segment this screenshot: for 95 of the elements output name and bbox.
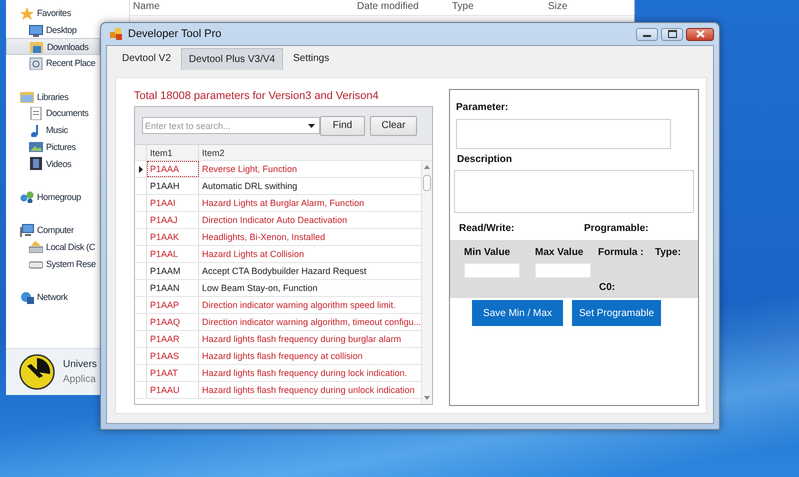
table-cell[interactable]: P1AAQ	[147, 314, 199, 330]
scroll-up-icon	[424, 165, 430, 169]
tab[interactable]: Settings	[286, 48, 336, 70]
column-header[interactable]: Item1	[147, 145, 199, 160]
table-cell[interactable]: Hazard lights flash frequency during lock indication.	[199, 365, 422, 381]
picture-icon	[29, 140, 43, 154]
search-button[interactable]: Clear	[370, 116, 417, 136]
close-icon	[696, 30, 704, 38]
nav-item[interactable]: System Rese	[6, 255, 100, 272]
scrollbar[interactable]	[421, 161, 432, 404]
table-cell[interactable]: P1AAR	[147, 331, 199, 347]
nav-item[interactable]: Music	[6, 122, 100, 138]
column-header[interactable]: Size	[545, 0, 568, 15]
tab[interactable]: Devtool Plus V3/V4	[180, 48, 284, 70]
table-cell[interactable]: Hazard lights flash frequency during burglar alarm	[199, 331, 422, 347]
table-cell[interactable]: P1AAL	[147, 246, 199, 262]
nav-item[interactable]: Local Disk (C	[6, 238, 100, 256]
nav-item[interactable]: Libraries	[6, 88, 100, 106]
film-icon	[29, 157, 43, 170]
window-title: Developer Tool Pro	[128, 28, 222, 40]
search-field[interactable]: Enter text to search...	[142, 117, 320, 134]
table-cell[interactable]: P1AAA	[147, 161, 199, 177]
table-cell[interactable]: P1AAJ	[147, 212, 199, 228]
table-cell[interactable]: P1AAM	[147, 263, 199, 279]
file-name: Univers	[63, 358, 97, 372]
table-cell[interactable]: Accept CTA Bodybuilder Hazard Request	[199, 263, 422, 279]
column-header[interactable]: Type	[449, 0, 474, 15]
star-icon	[20, 6, 34, 20]
column-header[interactable]: Date modified	[354, 0, 419, 15]
action-button[interactable]: Set Programable	[572, 300, 661, 326]
nav-item[interactable]: Pictures	[6, 138, 100, 156]
dropdown-icon	[308, 124, 315, 128]
scroll-thumb[interactable]	[423, 175, 432, 191]
nav-item[interactable]: Videos	[6, 155, 100, 172]
close-button[interactable]	[686, 28, 714, 40]
table-cell[interactable]: Reverse Light, Function	[199, 161, 422, 177]
field-label: Read/Write:	[459, 222, 516, 236]
description-field[interactable]	[454, 170, 694, 213]
search-button[interactable]: Find	[320, 116, 365, 136]
table-cell[interactable]: Low Beam Stay-on, Function	[199, 280, 422, 296]
field-label: Min Value	[464, 247, 512, 260]
table-cell[interactable]: P1AAN	[147, 280, 199, 296]
table-cell[interactable]: Hazard Lights at Burglar Alarm, Function	[199, 195, 422, 211]
table-cell[interactable]: Direction Indicator Auto Deactivation	[199, 212, 422, 228]
table-cell[interactable]: Hazard lights flash frequency during unlock indication	[199, 382, 422, 398]
tab[interactable]: Devtool V2	[115, 48, 178, 70]
table-cell[interactable]: P1AAT	[147, 365, 199, 381]
document-icon	[29, 106, 43, 120]
homegroup-icon	[20, 190, 34, 204]
max-value-field[interactable]	[535, 263, 591, 278]
nav-item[interactable]: Computer	[6, 222, 100, 239]
summary-text: Total 18008 parameters for Version3 and Verison4	[134, 89, 380, 104]
nav-item[interactable]: Favorites	[6, 5, 100, 22]
field-label: Description	[457, 153, 514, 167]
field-label: Formula :	[598, 247, 645, 260]
field-label: Type:	[655, 247, 682, 260]
table-cell[interactable]: P1AAI	[147, 195, 199, 211]
field-label: C0:	[598, 282, 616, 295]
column-header[interactable]: Item2	[199, 145, 420, 160]
network-icon	[20, 290, 34, 304]
min-value-field[interactable]	[464, 263, 520, 278]
computer-icon	[20, 224, 34, 237]
folder-icon	[20, 90, 34, 104]
field-label: Max Value	[535, 247, 584, 260]
folder-icon	[30, 40, 44, 54]
field-label: Parameter:	[456, 101, 510, 115]
nav-item[interactable]: Network	[6, 288, 100, 306]
emblem-icon	[19, 354, 55, 390]
table-cell[interactable]: Automatic DRL swithing	[199, 178, 422, 194]
table-cell[interactable]: Headlights, Bi-Xenon, Installed	[199, 229, 422, 245]
minimize-button[interactable]	[636, 28, 658, 40]
table-cell[interactable]: P1AAS	[147, 348, 199, 364]
column-header[interactable]: Name	[130, 0, 160, 15]
nav-item[interactable]: Recent Place	[6, 55, 100, 72]
table-cell[interactable]: P1AAH	[147, 178, 199, 194]
table-cell[interactable]: Direction indicator warning algorithm, timeout configu...	[199, 314, 422, 330]
table-cell[interactable]: P1AAP	[147, 297, 199, 313]
table-cell[interactable]: P1AAU	[147, 382, 199, 398]
field-label: Programable:	[584, 222, 648, 236]
drive-icon	[29, 240, 43, 254]
app-icon	[110, 28, 123, 40]
monitor-icon	[29, 24, 43, 37]
nav-item[interactable]: Homegroup	[6, 188, 100, 206]
parameter-field[interactable]	[456, 119, 671, 149]
table-cell[interactable]: Hazard Lights at Collision	[199, 246, 422, 262]
nav-item[interactable]: Downloads	[6, 38, 100, 56]
nav-item[interactable]: Desktop	[6, 22, 100, 38]
table-cell[interactable]: Direction indicator warning algorithm speed limit.	[199, 297, 422, 313]
nav-item[interactable]: Documents	[6, 105, 100, 122]
file-type: Applica	[63, 373, 97, 387]
maximize-button[interactable]	[661, 28, 683, 40]
action-button[interactable]: Save Min / Max	[472, 300, 563, 326]
row-pointer-icon	[138, 166, 142, 172]
table-cell[interactable]: P1AAK	[147, 229, 199, 245]
table-cell[interactable]: Hazard lights flash frequency at collision	[199, 348, 422, 364]
